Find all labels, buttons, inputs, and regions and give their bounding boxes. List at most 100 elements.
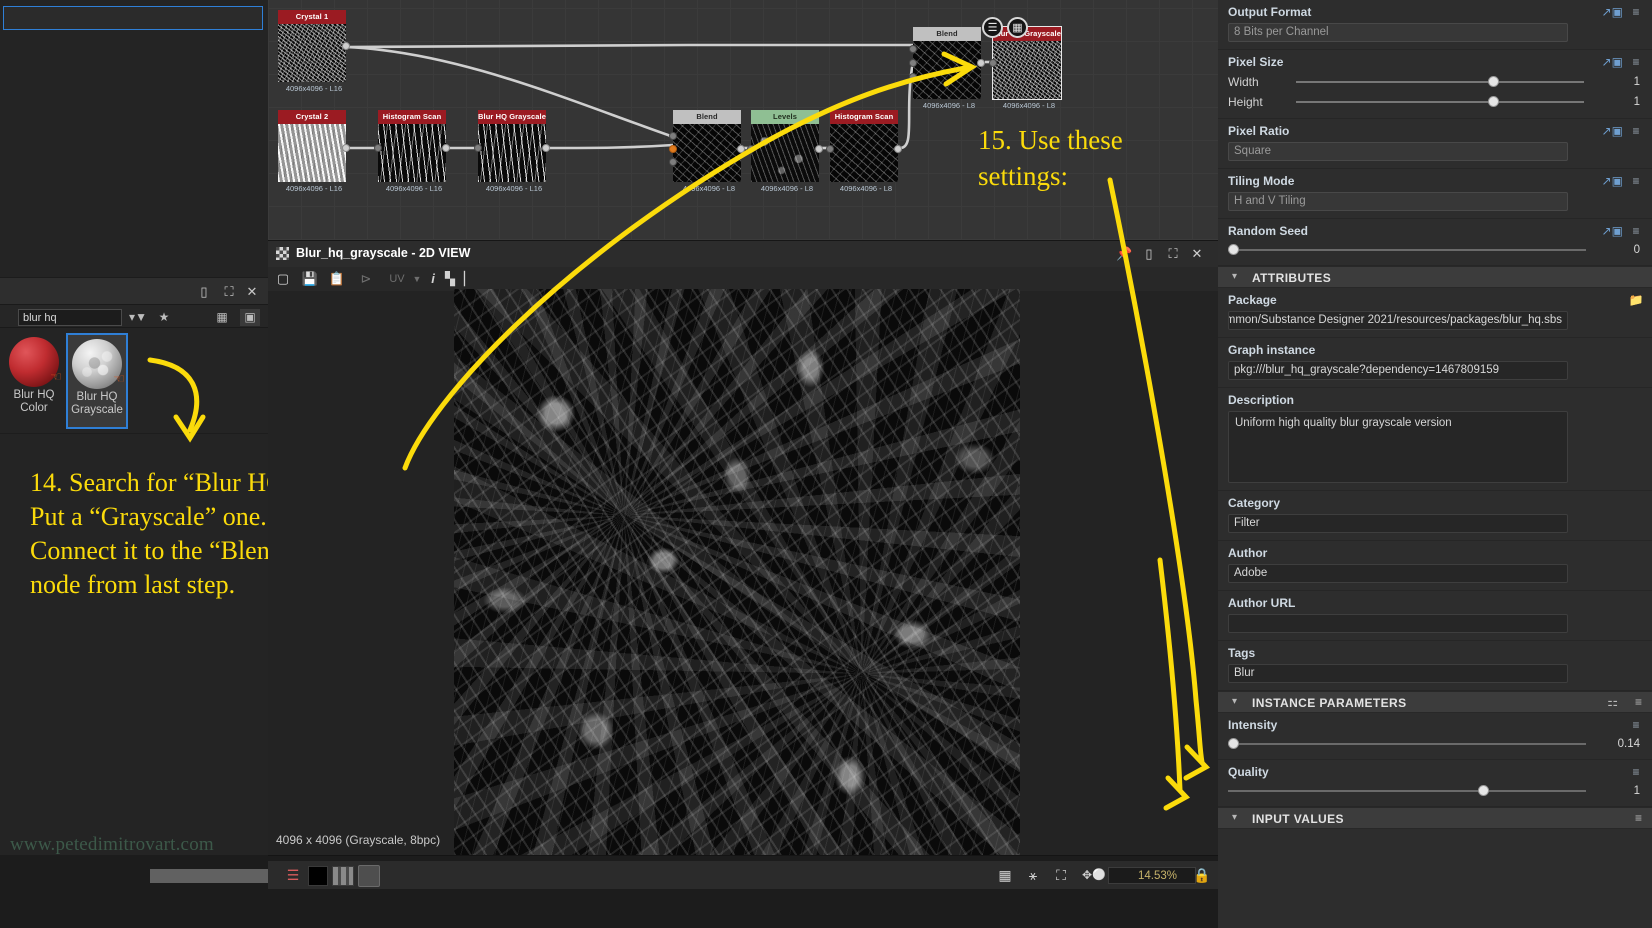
node-input-port-mask[interactable] [909, 73, 917, 81]
uv-dropdown-label[interactable]: UV [380, 270, 414, 288]
float-panel-icon[interactable]: ▯ [196, 284, 212, 300]
chevron-down-icon[interactable]: ▼ [410, 270, 424, 288]
description-textarea[interactable]: Uniform high quality blur grayscale vers… [1228, 411, 1568, 483]
package-path-field[interactable]: ps/common/Substance Designer 2021/resour… [1228, 311, 1568, 330]
section-input-values-header[interactable]: ▾ INPUT VALUES ≡ [1218, 807, 1652, 829]
node-output-port[interactable] [894, 145, 902, 153]
close-icon[interactable]: ✕ [1189, 246, 1205, 262]
parameter-menu-icon[interactable]: ≡ [1626, 4, 1646, 20]
tags-field[interactable]: Blur [1228, 664, 1568, 683]
quality-knob[interactable] [1478, 785, 1489, 796]
node-output-port[interactable] [977, 59, 985, 67]
node-input-port[interactable] [989, 59, 997, 67]
width-value[interactable]: 1 [1590, 73, 1640, 91]
expose-parameter-icon[interactable]: ↗▣ [1602, 4, 1623, 20]
intensity-value[interactable]: 0.14 [1590, 736, 1640, 752]
folder-icon[interactable]: 📁 [1626, 292, 1646, 308]
left-top-panel[interactable] [3, 6, 263, 30]
node-input-port-mask[interactable] [669, 158, 677, 166]
section-attributes-header[interactable]: ▾ ATTRIBUTES [1218, 266, 1652, 288]
parameter-menu-icon[interactable]: ≡ [1635, 811, 1642, 825]
width-slider-track[interactable] [1296, 81, 1584, 83]
parameter-menu-icon[interactable]: ≡ [1626, 173, 1646, 189]
height-slider-track[interactable] [1296, 101, 1584, 103]
graph-node-blend-2[interactable]: Blend 4096x4096 - L8 [909, 27, 985, 110]
expose-parameter-icon[interactable]: ↗▣ [1602, 123, 1623, 139]
filter-icon[interactable]: ▾▼ [128, 309, 148, 326]
random-seed-knob[interactable] [1228, 244, 1239, 255]
graph-node-levels[interactable]: Levels 4096x4096 - L8 [747, 110, 823, 193]
width-slider-knob[interactable] [1488, 76, 1499, 87]
parameter-menu-icon[interactable]: ≡ [1626, 717, 1646, 733]
preset-icon[interactable]: ⚏ [1607, 695, 1618, 709]
node-input-port[interactable] [374, 144, 382, 152]
black-swatch[interactable] [308, 866, 328, 886]
parameter-menu-icon[interactable]: ≡ [1626, 223, 1646, 239]
category-field[interactable]: Filter [1228, 514, 1568, 533]
node-input-port[interactable] [826, 145, 834, 153]
node-input-port[interactable] [474, 144, 482, 152]
intensity-track[interactable] [1228, 743, 1586, 745]
quality-track[interactable] [1228, 790, 1586, 792]
node-input-port-bg[interactable] [669, 145, 677, 153]
library-item-blur-hq-color[interactable]: ☜ Blur HQ Color [3, 333, 65, 429]
person-icon[interactable]: ⚹ [1022, 865, 1044, 885]
float-panel-icon[interactable]: ▯ [1141, 246, 1157, 262]
graph-node-blend-1[interactable]: Blend 4096x4096 - L8 [669, 110, 745, 193]
copy-icon[interactable]: 📋 [327, 270, 347, 288]
histogram-icon[interactable]: ▚▕ [445, 270, 465, 288]
graph-node-blur-hq-grayscale-2[interactable]: Blur HQ Grayscale 4096x4096 - L8 [989, 26, 1062, 110]
height-value[interactable]: 1 [1590, 93, 1640, 111]
save-icon[interactable]: 💾 [300, 270, 320, 288]
star-plus-icon[interactable]: ★ [154, 309, 174, 326]
node-input-port[interactable] [747, 145, 755, 153]
node-output-port[interactable] [737, 145, 745, 153]
parameter-menu-icon[interactable]: ≡ [1635, 695, 1642, 709]
graph-node-blur-hq-grayscale-1[interactable]: Blur HQ Grayscale 4096x4096 - L16 [474, 110, 550, 193]
info-icon[interactable]: i [426, 270, 440, 288]
intensity-slider[interactable]: 0.14 [1228, 736, 1642, 752]
grid-icon[interactable]: ▦ [994, 865, 1016, 885]
node-input-port-fg[interactable] [669, 132, 677, 140]
node-output-port[interactable] [342, 42, 350, 50]
node-input-port-bg[interactable] [909, 59, 917, 67]
share-icon[interactable]: ⊳ [356, 270, 376, 288]
maximize-icon[interactable]: ⛶ [1165, 246, 1181, 262]
graph-node-histogram-scan-1[interactable]: Histogram Scan 4096x4096 - L16 [374, 110, 450, 193]
graph-instance-field[interactable]: pkg:///blur_hq_grayscale?dependency=1467… [1228, 361, 1568, 380]
expose-parameter-icon[interactable]: ↗▣ [1602, 54, 1623, 70]
random-seed-slider[interactable]: 0 [1228, 242, 1642, 258]
node-output-port[interactable] [442, 144, 450, 152]
rgb-monitor-icon[interactable] [358, 865, 380, 887]
2d-view-canvas[interactable] [454, 289, 1020, 855]
graph-node-crystal-1[interactable]: Crystal 1 4096x4096 - L16 [278, 10, 350, 93]
grid-badge-icon[interactable]: ▦ [1007, 17, 1028, 38]
lock-icon[interactable]: 🔒 [1192, 865, 1212, 885]
document-badge-icon[interactable]: ☰ [982, 17, 1003, 38]
maximize-icon[interactable]: ⛶ [221, 284, 237, 300]
node-output-port[interactable] [342, 144, 350, 152]
chevron-down-icon[interactable]: ▾ [1232, 271, 1237, 282]
graph-node-crystal-2[interactable]: Crystal 2 4096x4096 - L16 [278, 110, 350, 193]
channel-bars-icon[interactable] [332, 866, 354, 886]
minus-icon[interactable]: ⚪ [1088, 865, 1110, 885]
output-format-select[interactable]: 8 Bits per Channel [1228, 23, 1568, 42]
node-output-port[interactable] [542, 144, 550, 152]
pin-icon[interactable]: 📌 [1116, 246, 1132, 262]
chevron-down-icon[interactable]: ▾ [1232, 812, 1237, 823]
random-seed-track[interactable] [1228, 249, 1586, 251]
frame-icon[interactable]: ⛶ [1050, 865, 1072, 885]
taskbar-item[interactable] [150, 869, 268, 883]
random-seed-value[interactable]: 0 [1590, 242, 1640, 258]
parameter-menu-icon[interactable]: ≡ [1626, 54, 1646, 70]
author-url-field[interactable] [1228, 614, 1568, 633]
parameter-menu-icon[interactable]: ≡ [1626, 764, 1646, 780]
new-view-icon[interactable]: ▢ [273, 270, 293, 288]
parameter-menu-icon[interactable]: ≡ [1626, 123, 1646, 139]
zoom-level-field[interactable]: 14.53% [1108, 867, 1196, 884]
node-graph[interactable]: Crystal 1 4096x4096 - L16 Crystal 2 4096… [268, 0, 1218, 240]
chevron-down-icon[interactable]: ▾ [1232, 696, 1237, 707]
list-view-icon[interactable]: ▣ [240, 309, 260, 326]
expose-parameter-icon[interactable]: ↗▣ [1602, 173, 1623, 189]
node-output-port[interactable] [815, 145, 823, 153]
